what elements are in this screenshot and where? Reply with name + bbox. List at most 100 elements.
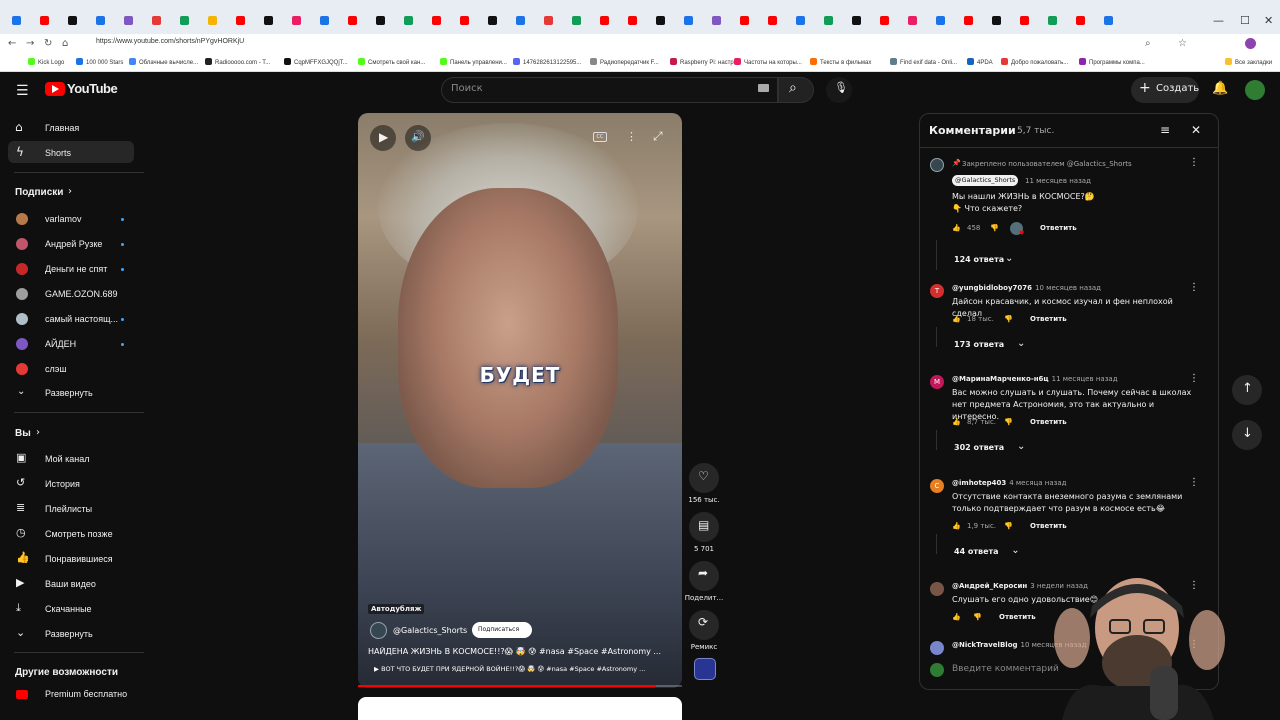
sidebar-item-you[interactable]: Смотреть позже [45, 529, 113, 539]
comment-menu-icon[interactable]: ⋮ [1189, 373, 1199, 384]
bookmark-item[interactable]: Radiooooo.com - T... [205, 58, 270, 66]
browser-tab-favicon[interactable] [516, 16, 525, 25]
sidebar-item-you[interactable]: Скачанные [45, 604, 92, 614]
comment-menu-icon[interactable]: ⋮ [1189, 157, 1199, 168]
captions-icon[interactable]: CC [593, 132, 607, 142]
bookmark-item[interactable]: Смотреть свой кан... [358, 58, 425, 66]
back-icon[interactable]: ← [8, 38, 16, 49]
comment-author-name[interactable]: @yungbidloboy7076 [952, 284, 1032, 292]
home-browser-icon[interactable]: ⌂ [62, 38, 68, 49]
subs-expand-button[interactable]: Развернуть [45, 388, 93, 398]
comment-author[interactable]: @imhotep403 4 месяца назад [952, 479, 1067, 487]
sidebar-item-home[interactable]: Главная [45, 123, 79, 133]
bookmark-item[interactable]: 100 000 Stars [76, 58, 123, 66]
browser-tab-favicon[interactable] [768, 16, 777, 25]
browser-tab-favicon[interactable] [12, 16, 21, 25]
browser-tab-favicon[interactable] [544, 16, 553, 25]
sidebar-subscription-item[interactable]: АЙДЕН [45, 339, 76, 349]
bookmark-item[interactable]: Тексты в фильмах [810, 58, 871, 66]
browser-tab-favicon[interactable] [600, 16, 609, 25]
browser-tab-favicon[interactable] [488, 16, 497, 25]
replies-toggle[interactable]: 44 ответа [954, 547, 999, 556]
browser-tab-favicon[interactable] [824, 16, 833, 25]
browser-tab-favicon[interactable] [628, 16, 637, 25]
dislike-icon[interactable]: 👎 [1004, 418, 1013, 426]
channel-name[interactable]: @Galactics_Shorts [393, 626, 467, 635]
keyboard-icon[interactable] [758, 84, 769, 92]
comment-author-name[interactable]: @МаринаМарченко-н6ц [952, 375, 1049, 383]
bookmark-item[interactable]: Частоты на которы... [734, 58, 802, 66]
sidebar-item-you[interactable]: Понравившиеся [45, 554, 113, 564]
replies-toggle[interactable]: 302 ответа [954, 443, 1004, 452]
notifications-icon[interactable]: 🔔 [1212, 81, 1228, 96]
comment-author[interactable]: @МаринаМарченко-н6ц 11 месяцев назад [952, 375, 1118, 383]
browser-tab-favicon[interactable] [96, 16, 105, 25]
browser-tab-favicon[interactable] [1048, 16, 1057, 25]
browser-tab-favicon[interactable] [908, 16, 917, 25]
bookmark-item[interactable]: Программы компа... [1079, 58, 1145, 66]
browser-tab-favicon[interactable] [68, 16, 77, 25]
sidebar-item-premium[interactable]: Premium бесплатно [45, 689, 127, 699]
browser-tab-favicon[interactable] [852, 16, 861, 25]
bookmark-item[interactable]: Raspberry Pi: настр... [670, 58, 739, 66]
author-badge[interactable]: @Galactics_Shorts [952, 175, 1019, 186]
like-icon[interactable]: 👍 [952, 522, 961, 530]
forward-icon[interactable]: → [26, 38, 34, 49]
browser-tab-favicon[interactable] [180, 16, 189, 25]
subscription-avatar[interactable] [16, 313, 28, 325]
browser-tab-favicon[interactable] [460, 16, 469, 25]
bookmark-item[interactable]: Все закладки [1225, 58, 1272, 66]
browser-tab-favicon[interactable] [292, 16, 301, 25]
sidebar-subscription-item[interactable]: varlamov [45, 214, 82, 224]
browser-tab-favicon[interactable] [880, 16, 889, 25]
comment-avatar[interactable]: M [930, 375, 944, 389]
url-field[interactable]: https://www.youtube.com/shorts/nPYgvHORK… [96, 38, 244, 45]
bookmark-item[interactable]: Kick Logo [28, 58, 64, 66]
like-icon[interactable]: 👍 [952, 613, 961, 621]
subscription-avatar[interactable] [16, 213, 28, 225]
sidebar-subscription-item[interactable]: Андрей Рузке [45, 239, 102, 249]
comment-avatar[interactable] [930, 158, 944, 172]
video-title[interactable]: НАЙДЕНА ЖИЗНЬ В КОСМОСЕ!!?😱 🤯 😰 #nasa #S… [368, 647, 668, 656]
browser-tab-favicon[interactable] [1104, 16, 1113, 25]
sidebar-item-you[interactable]: Развернуть [45, 629, 93, 639]
bookmark-item[interactable]: Find exif data - Onli... [890, 58, 957, 66]
sidebar-item-you[interactable]: Мой канал [45, 454, 90, 464]
browser-tab-favicon[interactable] [152, 16, 161, 25]
like-icon[interactable]: 👍 [952, 418, 961, 426]
browser-tab-favicon[interactable] [1020, 16, 1029, 25]
browser-tab-favicon[interactable] [572, 16, 581, 25]
browser-tab-favicon[interactable] [796, 16, 805, 25]
close-window-icon[interactable]: ✕ [1264, 14, 1273, 27]
browser-tab-favicon[interactable] [124, 16, 133, 25]
bookmark-item[interactable]: CqpMFFXGJQQjT... [284, 58, 348, 66]
subscription-avatar[interactable] [16, 338, 28, 350]
sound-thumbnail[interactable] [694, 658, 716, 680]
comment-author-name[interactable]: @imhotep403 [952, 479, 1006, 487]
comment-author-name[interactable]: @NickTravelBlog [952, 641, 1018, 649]
comment-author-name[interactable]: @Андрей_Керосин [952, 582, 1027, 590]
bookmark-item[interactable]: 4PDA [967, 58, 993, 66]
reply-button[interactable]: Ответить [1030, 522, 1067, 530]
menu-icon[interactable]: ☰ [16, 83, 29, 99]
account-avatar[interactable] [1245, 80, 1265, 100]
like-icon[interactable]: 👍 [952, 224, 961, 232]
reply-button[interactable]: Ответить [1040, 224, 1077, 232]
subscriptions-title[interactable]: Подписки [15, 187, 63, 198]
dislike-icon[interactable]: 👎 [1004, 522, 1013, 530]
bookmark-star-icon[interactable]: ☆ [1178, 38, 1187, 49]
browser-tab-favicon[interactable] [404, 16, 413, 25]
subscription-avatar[interactable] [16, 263, 28, 275]
you-title[interactable]: Вы [15, 428, 31, 439]
browser-tab-favicon[interactable] [348, 16, 357, 25]
browser-tab-favicon[interactable] [1076, 16, 1085, 25]
browser-tab-favicon[interactable] [656, 16, 665, 25]
minimize-icon[interactable]: — [1213, 14, 1224, 27]
comment-avatar[interactable]: T [930, 284, 944, 298]
profile-avatar[interactable] [1245, 38, 1256, 49]
reply-button[interactable]: Ответить [1030, 418, 1067, 426]
sidebar-subscription-item[interactable]: GAME.OZON.689 [45, 289, 118, 299]
channel-avatar[interactable] [370, 622, 387, 639]
subscription-avatar[interactable] [16, 288, 28, 300]
bookmark-item[interactable]: 1476282613122595... [513, 58, 581, 66]
